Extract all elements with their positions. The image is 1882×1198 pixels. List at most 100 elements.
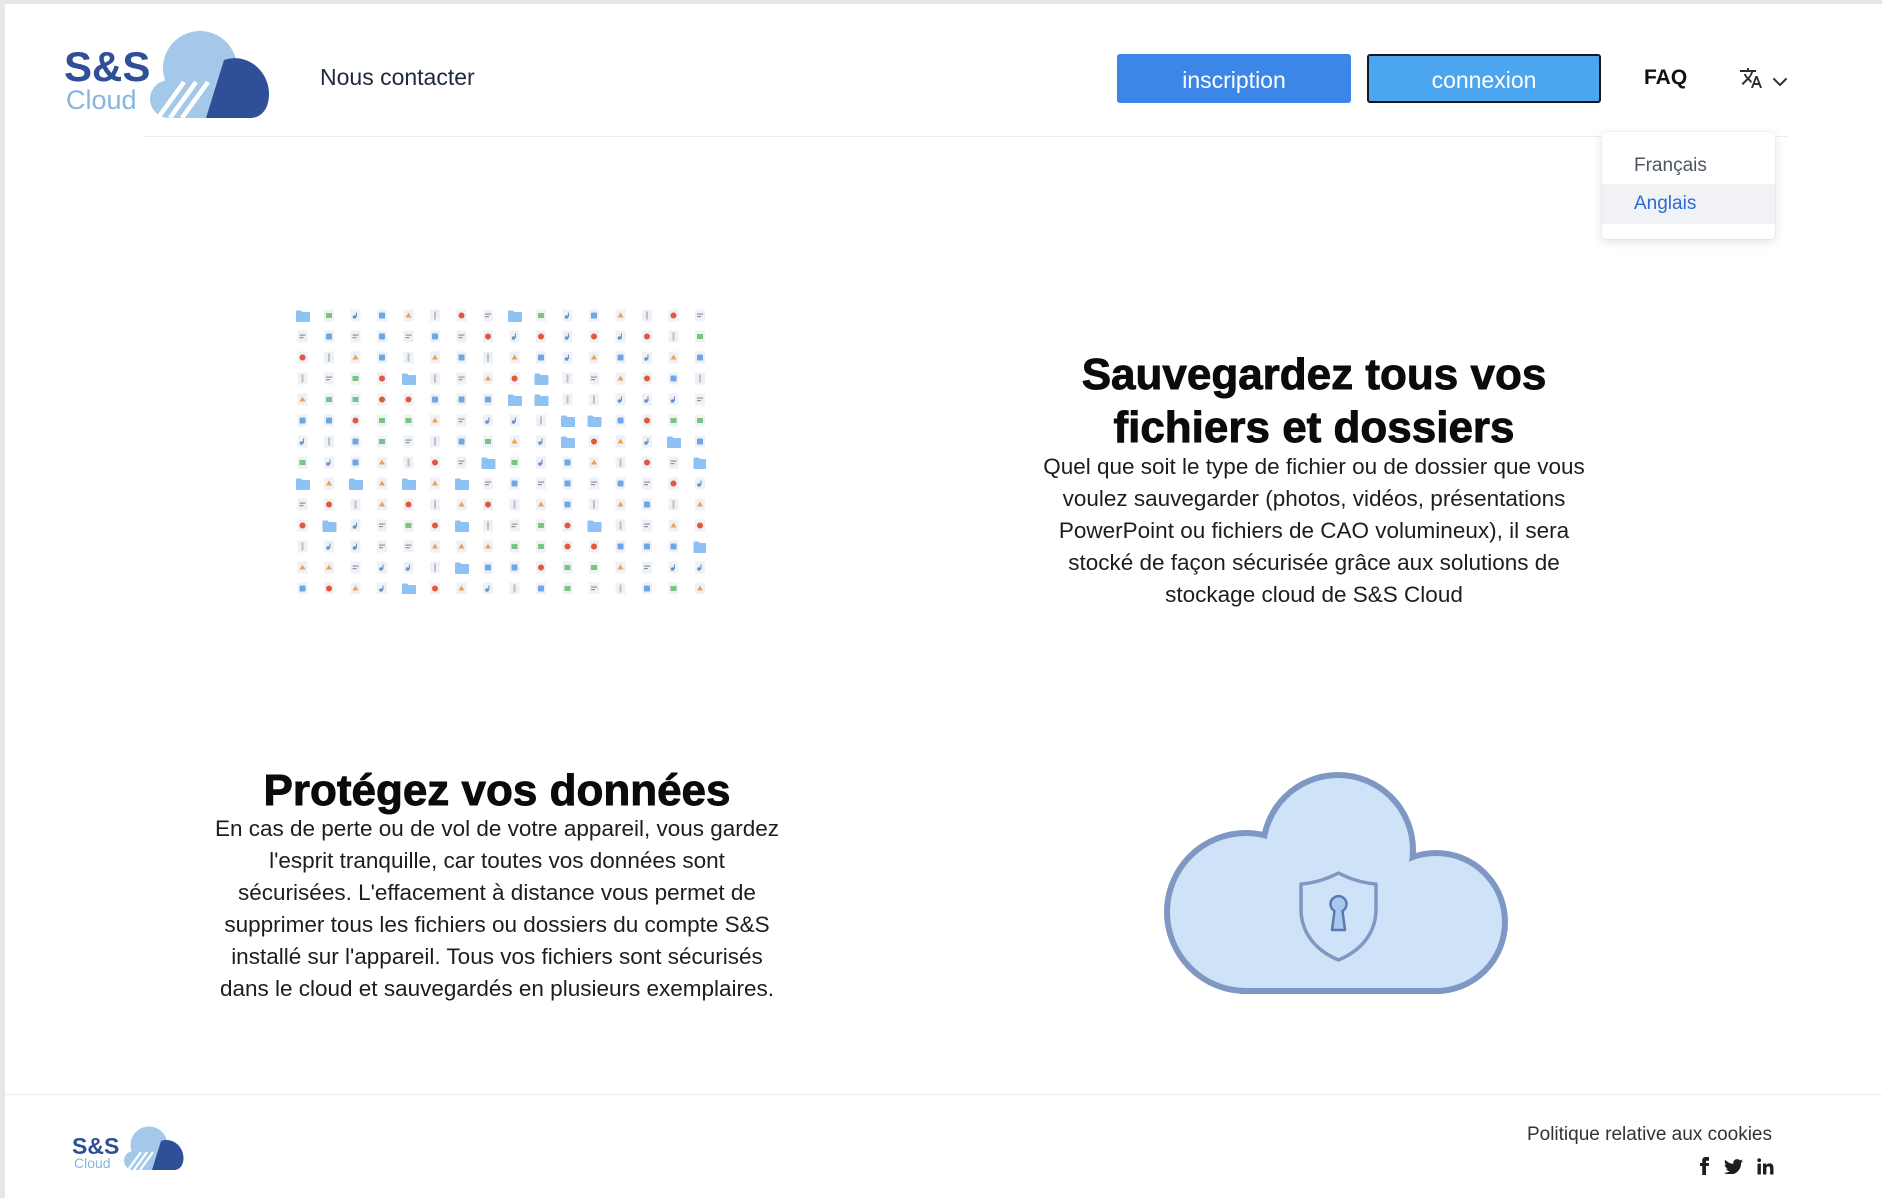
document-icon: [668, 540, 679, 553]
cookie-policy-link[interactable]: Politique relative aux cookies: [1527, 1123, 1772, 1147]
footer-logo[interactable]: S&S Cloud: [72, 1126, 184, 1174]
archive-icon: [589, 498, 599, 511]
contact-link[interactable]: Nous contacter: [320, 63, 475, 91]
pdf-icon: [589, 540, 599, 553]
image-icon: [668, 414, 679, 427]
pdf-icon: [589, 435, 599, 448]
audio-icon: [695, 477, 705, 490]
faq-link[interactable]: FAQ: [1644, 65, 1687, 91]
archive-icon: [615, 519, 626, 532]
pdf-icon: [403, 498, 414, 511]
linkedin-icon[interactable]: [1757, 1157, 1774, 1175]
backup-description-line: PowerPoint ou fichiers de CAO volumineux…: [1058, 518, 1570, 543]
backup-title: Sauvegardez tous vos fichiers et dossier…: [974, 348, 1654, 454]
text-file-icon: [589, 477, 599, 490]
folder-icon: [693, 541, 706, 553]
cloud-logo-icon: [150, 31, 269, 118]
folder-icon: [296, 310, 310, 322]
audio-icon: [297, 435, 308, 448]
audio-icon: [615, 330, 626, 343]
presentation-icon: [615, 309, 626, 322]
document-icon: [483, 393, 493, 406]
presentation-icon: [615, 372, 626, 385]
presentation-icon: [297, 561, 308, 574]
presentation-icon: [615, 561, 626, 574]
document-icon: [377, 309, 387, 322]
document-icon: [562, 456, 573, 469]
archive-icon: [403, 456, 414, 469]
audio-icon: [377, 561, 387, 574]
text-file-icon: [695, 309, 705, 322]
social-links: [1699, 1157, 1774, 1175]
text-file-icon: [536, 477, 546, 490]
document-icon: [456, 435, 467, 448]
pdf-icon: [483, 330, 493, 343]
folder-icon: [349, 478, 363, 490]
window-frame-top: [0, 0, 1882, 4]
archive-icon: [562, 372, 573, 385]
window-frame-left: [0, 0, 5, 1198]
presentation-icon: [430, 414, 440, 427]
archive-icon: [668, 498, 679, 511]
presentation-icon: [615, 435, 626, 448]
image-icon: [377, 435, 387, 448]
folder-icon: [455, 478, 469, 490]
presentation-icon: [377, 498, 387, 511]
archive-icon: [509, 582, 520, 594]
language-option-anglais[interactable]: Anglais: [1602, 184, 1775, 224]
image-icon: [536, 540, 546, 553]
audio-icon: [324, 540, 334, 553]
text-file-icon: [350, 561, 361, 574]
text-file-icon: [509, 519, 520, 532]
document-icon: [589, 309, 599, 322]
text-file-icon: [403, 540, 414, 553]
audio-icon: [562, 309, 573, 322]
language-selector[interactable]: [1737, 64, 1793, 94]
archive-icon: [324, 435, 334, 448]
image-icon: [324, 393, 334, 406]
pdf-icon: [536, 330, 546, 343]
twitter-icon[interactable]: [1724, 1158, 1743, 1174]
pdf-icon: [509, 372, 520, 385]
signup-button[interactable]: inscription: [1117, 54, 1351, 103]
pdf-icon: [642, 372, 652, 385]
audio-icon: [562, 330, 573, 343]
document-icon: [324, 414, 334, 427]
login-button[interactable]: connexion: [1367, 54, 1601, 103]
folder-icon: [455, 562, 469, 574]
document-icon: [456, 351, 467, 364]
pdf-icon: [324, 582, 334, 594]
presentation-icon: [589, 351, 599, 364]
facebook-icon[interactable]: [1699, 1157, 1710, 1175]
header-logo[interactable]: S&S Cloud: [64, 30, 270, 118]
audio-icon: [668, 393, 679, 406]
document-icon: [483, 561, 493, 574]
pdf-icon: [483, 498, 493, 511]
pdf-icon: [377, 372, 387, 385]
folder-icon: [534, 373, 549, 385]
text-file-icon: [377, 540, 387, 553]
language-option-francais[interactable]: Français: [1602, 152, 1775, 184]
archive-icon: [430, 372, 440, 385]
pdf-icon: [562, 540, 573, 553]
audio-icon: [403, 561, 414, 574]
presentation-icon: [695, 498, 705, 511]
document-icon: [668, 372, 679, 385]
folder-icon: [402, 583, 416, 594]
text-file-icon: [403, 330, 414, 343]
audio-icon: [377, 582, 387, 594]
document-icon: [377, 330, 387, 343]
presentation-icon: [668, 519, 679, 532]
document-icon: [509, 561, 520, 574]
translate-icon: [1740, 68, 1762, 88]
image-icon: [509, 456, 520, 469]
pdf-icon: [589, 330, 599, 343]
backup-description-line: stockage cloud de S&S Cloud: [1165, 582, 1463, 607]
document-icon: [695, 435, 705, 448]
file-icons-grid: [296, 309, 706, 594]
document-icon: [536, 351, 546, 364]
text-file-icon: [456, 414, 467, 427]
pdf-icon: [536, 561, 546, 574]
archive-icon: [483, 519, 493, 532]
protection-description-line: installé sur l'appareil. Tous vos fichie…: [231, 944, 763, 969]
